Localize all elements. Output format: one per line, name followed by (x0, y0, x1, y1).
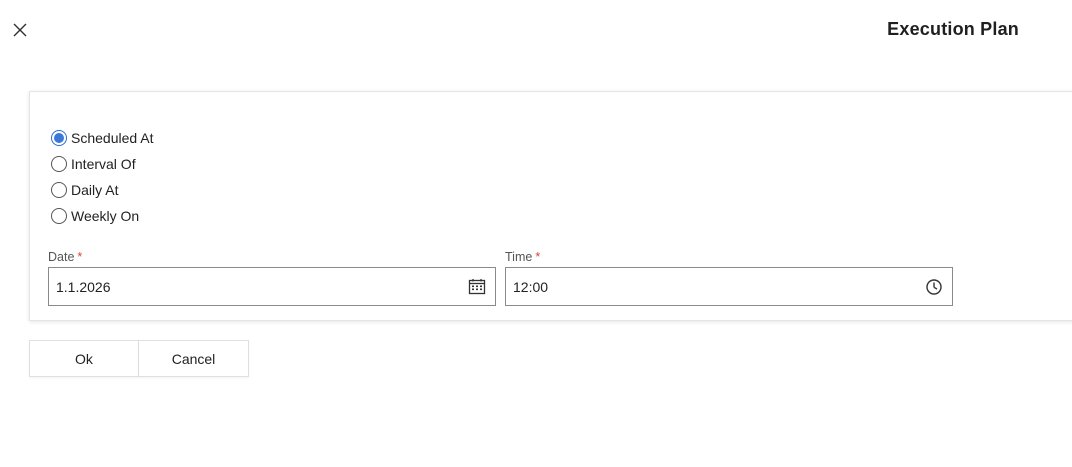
close-button[interactable] (8, 18, 32, 42)
ok-button[interactable]: Ok (29, 340, 139, 377)
radio-label: Weekly On (71, 208, 140, 224)
radio-label: Interval Of (71, 156, 136, 172)
radio-button[interactable] (51, 156, 67, 172)
schedule-type-radio-group: Scheduled At Interval Of Daily At Weekly… (51, 125, 154, 229)
radio-label: Daily At (71, 182, 119, 198)
dialog-actions: Ok Cancel (29, 340, 249, 377)
date-label: Date * (48, 250, 496, 267)
radio-button[interactable] (51, 208, 67, 224)
execution-plan-dialog: Execution Plan Scheduled At Interval Of … (0, 0, 1072, 467)
time-value: 12:00 (513, 278, 549, 295)
time-label-text: Time (505, 250, 533, 264)
radio-button[interactable] (51, 182, 67, 198)
page-title: Execution Plan (887, 19, 1019, 39)
clock-icon[interactable] (925, 278, 943, 296)
radio-weekly-on[interactable]: Weekly On (51, 203, 154, 229)
radio-daily-at[interactable]: Daily At (51, 177, 154, 203)
date-input[interactable]: 1.1.2026 (48, 267, 496, 306)
radio-label: Scheduled At (71, 130, 154, 146)
date-field: Date * 1.1.2026 (48, 250, 496, 306)
time-label: Time * (505, 250, 953, 267)
required-marker: * (77, 250, 83, 264)
radio-interval-of[interactable]: Interval Of (51, 151, 154, 177)
date-label-text: Date (48, 250, 75, 264)
date-value: 1.1.2026 (56, 278, 111, 295)
calendar-icon[interactable] (468, 278, 486, 296)
time-field: Time * 12:00 (505, 250, 953, 306)
required-marker: * (535, 250, 541, 264)
cancel-button[interactable]: Cancel (139, 340, 249, 377)
radio-button-checked[interactable] (51, 130, 67, 146)
schedule-card: Scheduled At Interval Of Daily At Weekly… (29, 91, 1072, 321)
close-icon (13, 23, 27, 37)
time-input[interactable]: 12:00 (505, 267, 953, 306)
radio-scheduled-at[interactable]: Scheduled At (51, 125, 154, 151)
